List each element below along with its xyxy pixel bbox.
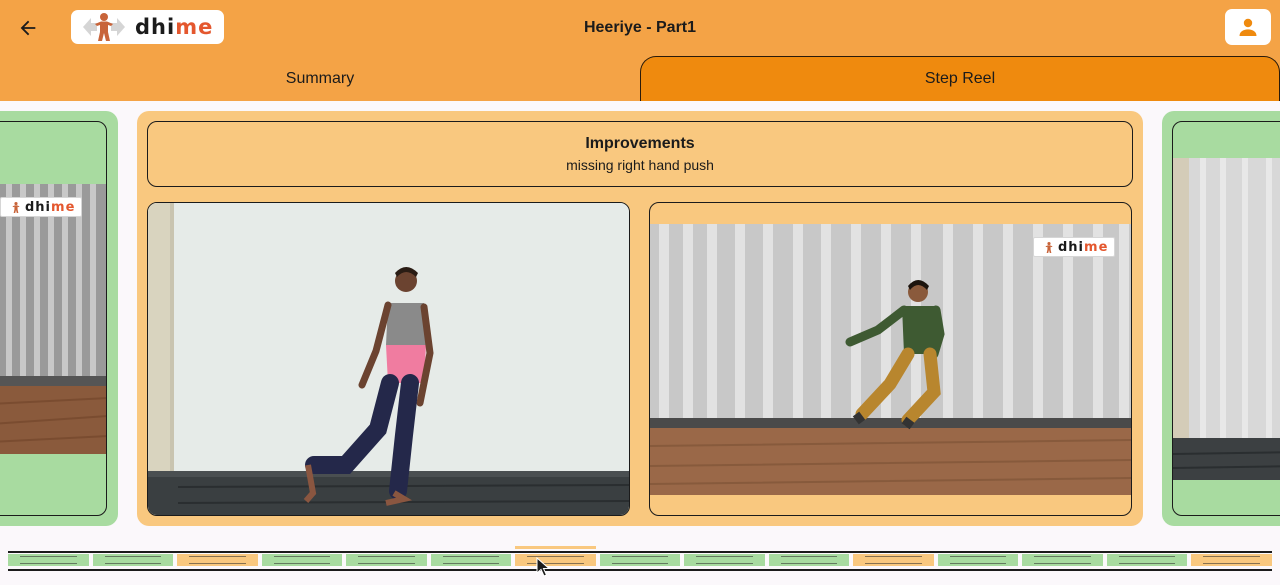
timeline-segment-improve[interactable] [177, 554, 258, 566]
timeline-segment-good[interactable] [599, 554, 681, 566]
timeline-segment-good[interactable] [684, 554, 765, 566]
video-watermark: dhime [0, 197, 82, 217]
timeline-bottom-line [8, 569, 1272, 571]
timeline-segment-good[interactable] [1022, 554, 1103, 566]
timeline-segment-good[interactable] [346, 554, 427, 566]
page-title: Heeriye - Part1 [583, 19, 697, 36]
timeline-active-marker [515, 546, 596, 549]
improvements-text: missing right hand push [566, 157, 714, 173]
timeline-segment-good[interactable] [92, 554, 174, 566]
timeline-segment-good[interactable] [1106, 554, 1188, 566]
mouse-cursor-icon [536, 557, 550, 577]
dancer-logo-icon [1045, 241, 1053, 253]
improvements-panel: Improvements missing right hand push [147, 121, 1133, 187]
dancer-logo-icon [12, 201, 20, 213]
timeline-segment-improve[interactable] [853, 554, 934, 566]
timeline-top-line [8, 551, 1272, 553]
timeline-segment-good[interactable] [937, 554, 1019, 566]
app-header: dhime Heeriye - Part1 Summary Step Reel [0, 0, 1280, 101]
next-step-video[interactable] [1173, 158, 1280, 480]
profile-button[interactable] [1225, 9, 1271, 45]
timeline-segment-improve[interactable] [515, 554, 596, 566]
reference-video[interactable]: dhime [649, 202, 1132, 516]
tab-summary[interactable]: Summary [0, 56, 640, 101]
timeline-segment-improve[interactable] [1191, 554, 1272, 566]
next-step-card[interactable] [1162, 111, 1280, 526]
timeline-segment-good[interactable] [261, 554, 343, 566]
timeline-segment-good[interactable] [430, 554, 512, 566]
user-icon [1239, 18, 1257, 36]
previous-step-video-frame: dhime [0, 121, 107, 516]
user-video[interactable] [147, 202, 630, 516]
previous-step-video[interactable]: dhime [0, 184, 106, 454]
current-step-card: Improvements missing right hand push dhi… [137, 111, 1143, 526]
step-timeline[interactable] [8, 545, 1272, 575]
video-watermark: dhime [1033, 237, 1115, 257]
tab-step-reel[interactable]: Step Reel [640, 56, 1280, 101]
timeline-segment-good[interactable] [768, 554, 850, 566]
previous-step-card[interactable]: dhime [0, 111, 118, 526]
improvements-title: Improvements [585, 135, 695, 152]
timeline-segment-good[interactable] [8, 554, 89, 566]
next-step-video-frame [1172, 121, 1280, 516]
